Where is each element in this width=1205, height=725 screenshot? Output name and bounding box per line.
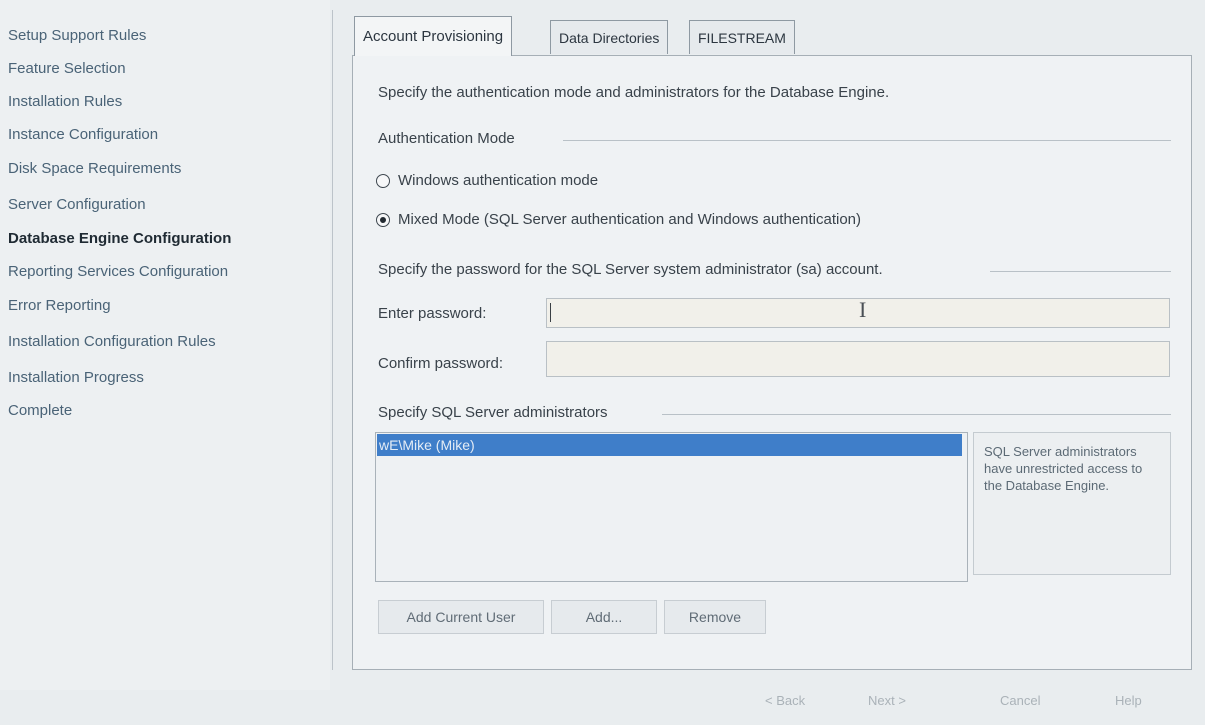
add-current-user-button[interactable]: Add Current User [378,600,544,634]
sidebar-item-installation-rules[interactable]: Installation Rules [8,93,122,110]
panel-description: Specify the authentication mode and admi… [378,84,890,101]
text-caret [550,303,551,322]
sidebar-item-installation-configuration-rules[interactable]: Installation Configuration Rules [8,333,216,350]
password-group-line [990,271,1171,272]
radio-mixed-mode-label[interactable]: Mixed Mode (SQL Server authentication an… [398,211,861,228]
admins-group-label: Specify SQL Server administrators [378,404,608,421]
back-button[interactable]: < Back [765,693,805,708]
sidebar-item-setup-support-rules[interactable]: Setup Support Rules [8,27,146,44]
admin-list-item[interactable]: wE\Mike (Mike) [377,434,962,456]
sidebar-item-installation-progress[interactable]: Installation Progress [8,369,144,386]
admins-group-line [662,414,1171,415]
sidebar-divider [332,10,333,670]
sidebar-item-complete[interactable]: Complete [8,402,72,419]
password-group-label: Specify the password for the SQL Server … [378,261,883,278]
sidebar-item-database-engine-configuration[interactable]: Database Engine Configuration [8,230,231,247]
confirm-password-field[interactable] [546,341,1170,377]
remove-button[interactable]: Remove [664,600,766,634]
next-button[interactable]: Next > [868,693,906,708]
add-button[interactable]: Add... [551,600,657,634]
admins-listbox[interactable]: wE\Mike (Mike) [375,432,968,582]
sidebar-item-feature-selection[interactable]: Feature Selection [8,60,126,77]
radio-windows-auth[interactable] [376,174,390,188]
sidebar: Setup Support Rules Feature Selection In… [0,0,330,690]
enter-password-label: Enter password: [378,305,487,322]
sidebar-item-disk-space-requirements[interactable]: Disk Space Requirements [8,160,181,177]
auth-mode-group-line [563,140,1171,141]
radio-mixed-mode[interactable] [376,213,390,227]
radio-windows-auth-label[interactable]: Windows authentication mode [398,172,598,189]
tab-account-provisioning[interactable]: Account Provisioning [354,16,513,56]
help-button[interactable]: Help [1115,693,1142,708]
tab-filestream[interactable]: FILESTREAM [689,20,795,54]
ibeam-cursor-icon: I [859,297,867,322]
sidebar-item-reporting-services-configuration[interactable]: Reporting Services Configuration [8,263,228,280]
admins-info-note: SQL Server administrators have unrestric… [973,432,1171,575]
sidebar-item-server-configuration[interactable]: Server Configuration [8,196,146,213]
tab-data-directories[interactable]: Data Directories [550,20,669,54]
confirm-password-label: Confirm password: [378,355,504,372]
sidebar-item-error-reporting[interactable]: Error Reporting [8,297,111,314]
cancel-button[interactable]: Cancel [1000,693,1040,708]
auth-mode-group-label: Authentication Mode [378,130,515,147]
sidebar-item-instance-configuration[interactable]: Instance Configuration [8,126,158,143]
enter-password-field[interactable] [546,298,1170,328]
